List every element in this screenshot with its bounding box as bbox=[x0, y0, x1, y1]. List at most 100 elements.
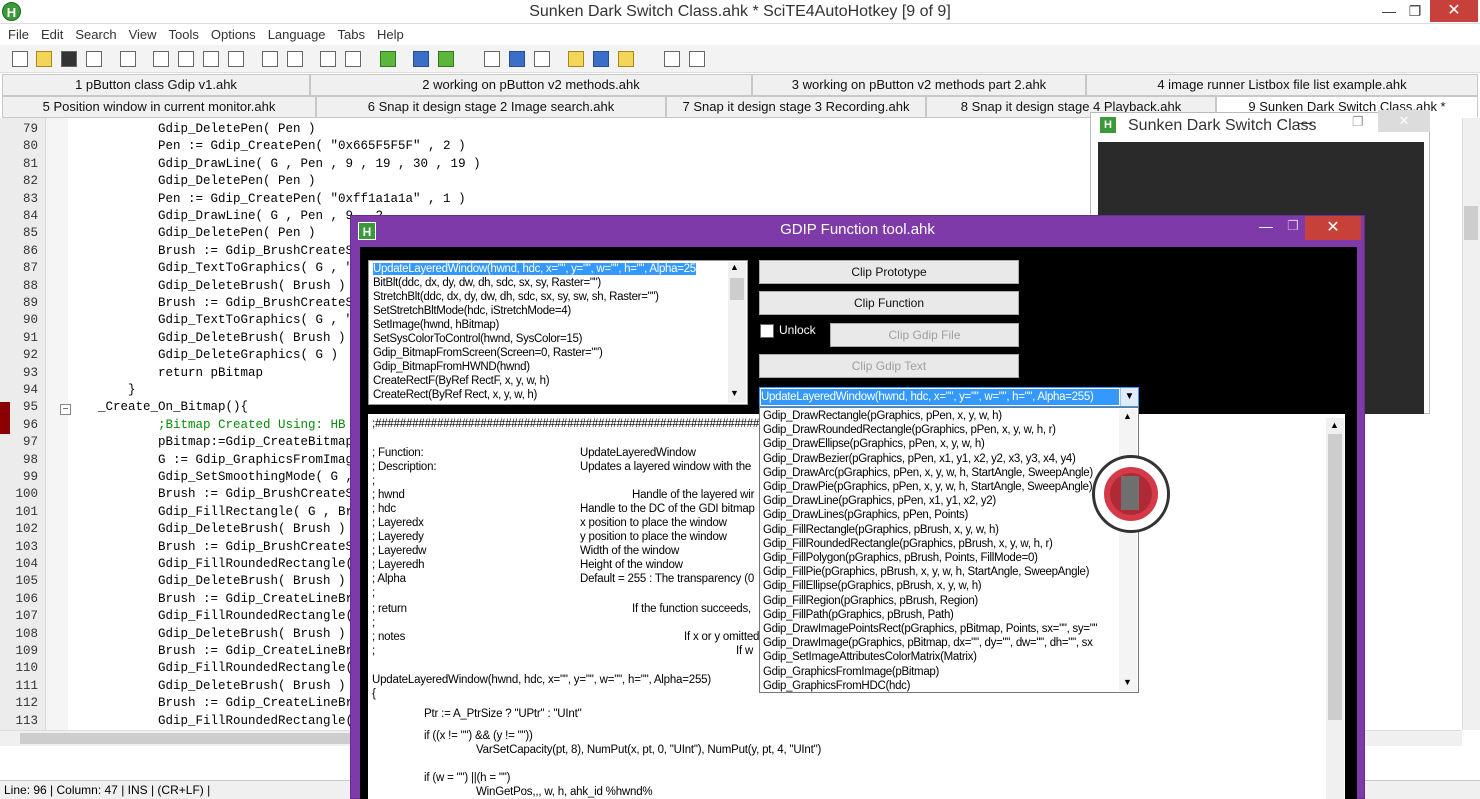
dropdown-item[interactable]: Gdip_DrawArc(pGraphics, pPen, x, y, w, h… bbox=[763, 467, 1093, 479]
settings-icon[interactable] bbox=[664, 51, 680, 67]
menu-tabs[interactable]: Tabs bbox=[336, 24, 373, 45]
dropdown-scroll-down-icon[interactable]: ▼ bbox=[1123, 677, 1132, 687]
code-line[interactable]: Brush := Gdip_BrushCreateSolic bbox=[68, 487, 383, 501]
clip-prototype-button[interactable]: Clip Prototype bbox=[759, 260, 1019, 284]
copy-icon[interactable] bbox=[178, 51, 194, 67]
code-line[interactable]: Gdip_DeleteBrush( Brush ) bbox=[68, 522, 346, 536]
code-line[interactable]: Brush := Gdip_CreateLineBrushF bbox=[68, 644, 383, 658]
open-folder-icon[interactable] bbox=[36, 51, 52, 67]
dropdown-scrollbar[interactable]: ▲ ▼ bbox=[1119, 409, 1137, 691]
sunken-maximize-button[interactable]: ❐ bbox=[1352, 114, 1374, 130]
run-icon[interactable] bbox=[413, 51, 429, 67]
code-line[interactable]: Pen := Gdip_CreatePen( "0xff1a1a1a" , 1 … bbox=[68, 192, 466, 206]
print-icon[interactable] bbox=[120, 51, 136, 67]
clip-gdip-file-button[interactable]: Clip Gdip File bbox=[830, 323, 1019, 347]
window-spy-icon[interactable] bbox=[484, 51, 500, 67]
dropdown-item[interactable]: Gdip_DrawLines(pGraphics, pPen, Points) bbox=[763, 509, 968, 521]
code-line[interactable]: Gdip_DrawLine( G , Pen , 9 , 2 bbox=[68, 209, 383, 223]
maximize-button[interactable]: ❐ bbox=[1402, 2, 1428, 20]
function-list-item[interactable]: CreateRectF(ByRef RectF, x, y, w, h) bbox=[373, 375, 550, 387]
code-line[interactable]: Gdip_DeletePen( Pen ) bbox=[68, 122, 316, 136]
dropdown-item[interactable]: Gdip_FillRectangle(pGraphics, pBrush, x,… bbox=[763, 524, 999, 536]
function-dropdown-list[interactable]: Gdip_DrawRectangle(pGraphics, pPen, x, y… bbox=[759, 407, 1139, 693]
close-button[interactable]: ✕ bbox=[1430, 0, 1478, 22]
function-list-item[interactable]: CreateRect(ByRef Rect, x, y, w, h) bbox=[373, 389, 537, 401]
function-list-item[interactable]: SetImage(hwnd, hBitmap) bbox=[373, 319, 499, 331]
menu-options[interactable]: Options bbox=[209, 24, 264, 45]
code-line[interactable]: Gdip_DeleteBrush( Brush ) bbox=[68, 574, 346, 588]
code-line[interactable]: pBitmap:=Gdip_CreateBitmap( 76 bbox=[68, 435, 383, 449]
menu-view[interactable]: View bbox=[127, 24, 165, 45]
code-line[interactable]: Gdip_DeleteBrush( Brush ) bbox=[68, 679, 346, 693]
editor-vertical-scroll-thumb[interactable] bbox=[1464, 206, 1478, 240]
doc-scroll-up-icon[interactable]: ▲ bbox=[1330, 420, 1339, 430]
script-tool-icon[interactable] bbox=[509, 51, 525, 67]
code-line[interactable]: _Create_On_Bitmap(){ bbox=[68, 400, 248, 414]
gdip-close-button[interactable]: ✕ bbox=[1305, 216, 1361, 240]
function-list-item-selected[interactable]: UpdateLayeredWindow(hwnd, hdc, x="", y="… bbox=[373, 263, 696, 275]
function-list-item[interactable]: Gdip_BitmapFromScreen(Screen=0, Raster="… bbox=[373, 347, 603, 359]
menu-language[interactable]: Language bbox=[266, 24, 334, 45]
code-line[interactable]: Gdip_FillRoundedRectangle( G , bbox=[68, 609, 383, 623]
code-line[interactable]: Brush := Gdip_BrushCreateSolic bbox=[68, 296, 383, 310]
code-line[interactable]: Gdip_DeleteBrush( Brush ) bbox=[68, 627, 346, 641]
combobox-selected-value[interactable]: UpdateLayeredWindow(hwnd, hdc, x="", y="… bbox=[761, 389, 1119, 405]
code-line[interactable]: Gdip_TextToGraphics( G , "OFF" bbox=[68, 261, 383, 275]
dropdown-item[interactable]: Gdip_GraphicsFromImage(pBitmap) bbox=[763, 666, 939, 678]
undo-icon[interactable] bbox=[262, 51, 278, 67]
dropdown-item[interactable]: Gdip_SetImageAttributesColorMatrix(Matri… bbox=[763, 651, 977, 663]
dropdown-item[interactable]: Gdip_DrawImage(pGraphics, pBitmap, dx=""… bbox=[763, 637, 1093, 649]
scroll-down-icon[interactable]: ▼ bbox=[730, 388, 739, 398]
dropdown-item[interactable]: Gdip_GraphicsFromHDC(hdc) bbox=[763, 680, 910, 692]
code-line[interactable]: Gdip_DeleteBrush( Brush ) bbox=[68, 331, 346, 345]
close-file-icon[interactable] bbox=[86, 51, 102, 67]
code-line[interactable]: return pBitmap bbox=[68, 366, 263, 380]
code-line[interactable]: Gdip_TextToGraphics( G , "OFF" bbox=[68, 313, 383, 327]
function-list-item[interactable]: SetStretchBltMode(hdc, iStretchMode=4) bbox=[373, 305, 571, 317]
code-line[interactable]: Gdip_DeleteGraphics( G ) bbox=[68, 348, 338, 362]
doc-scroll-thumb[interactable] bbox=[1328, 434, 1342, 720]
dropdown-item[interactable]: Gdip_DrawLine(pGraphics, pPen, x1, y1, x… bbox=[763, 495, 996, 507]
code-line[interactable]: } bbox=[68, 383, 136, 397]
notes-icon[interactable] bbox=[568, 51, 584, 67]
help-doc-icon[interactable] bbox=[593, 51, 609, 67]
code-line[interactable]: Gdip_DeleteBrush( Brush ) bbox=[68, 279, 346, 293]
find-icon[interactable] bbox=[320, 51, 336, 67]
debug-icon[interactable] bbox=[438, 51, 454, 67]
library-icon[interactable] bbox=[618, 51, 634, 67]
code-line[interactable]: Brush := Gdip_CreateLineBrushF bbox=[68, 592, 383, 606]
minimize-button[interactable]: — bbox=[1376, 2, 1402, 20]
dropdown-item[interactable]: Gdip_DrawPie(pGraphics, pPen, x, y, w, h… bbox=[763, 481, 1093, 493]
dropdown-scroll-up-icon[interactable]: ▲ bbox=[1123, 411, 1132, 421]
cut-icon[interactable] bbox=[153, 51, 169, 67]
scroll-up-icon[interactable]: ▲ bbox=[730, 262, 739, 272]
code-line[interactable]: Brush := Gdip_BrushCreateSolic bbox=[68, 540, 383, 554]
chevron-down-icon[interactable]: ▼ bbox=[1120, 388, 1138, 406]
dropdown-item[interactable]: Gdip_FillRoundedRectangle(pGraphics, pBr… bbox=[763, 538, 1053, 550]
function-listbox[interactable]: UpdateLayeredWindow(hwnd, hdc, x="", y="… bbox=[368, 260, 748, 405]
code-line[interactable]: Gdip_FillRoundedRectangle( G , bbox=[68, 557, 383, 571]
sunken-close-button[interactable]: ✕ bbox=[1378, 110, 1430, 132]
menu-edit[interactable]: Edit bbox=[39, 24, 71, 45]
function-list-scroll-thumb[interactable] bbox=[730, 278, 744, 300]
dropdown-item[interactable]: Gdip_FillPie(pGraphics, pBrush, x, y, w,… bbox=[763, 566, 1089, 578]
gdip-minimize-button[interactable]: — bbox=[1255, 218, 1277, 236]
menu-tools[interactable]: Tools bbox=[167, 24, 207, 45]
new-file-icon[interactable] bbox=[12, 51, 28, 67]
clip-function-button[interactable]: Clip Function bbox=[759, 291, 1019, 315]
code-line[interactable]: Pen := Gdip_CreatePen( "0x665F5F5F" , 2 … bbox=[68, 139, 466, 153]
sunken-minimize-button[interactable]: — bbox=[1298, 114, 1320, 130]
compile-icon[interactable] bbox=[380, 51, 396, 67]
code-line[interactable]: Gdip_DeletePen( Pen ) bbox=[68, 226, 316, 240]
dropdown-item[interactable]: Gdip_FillRegion(pGraphics, pBrush, Regio… bbox=[763, 595, 978, 607]
paste-icon[interactable] bbox=[203, 51, 219, 67]
code-line[interactable]: Gdip_FillRectangle( G , Brush bbox=[68, 505, 376, 519]
function-list-item[interactable]: BitBlt(ddc, dx, dy, dw, dh, sdc, sx, sy,… bbox=[373, 277, 601, 289]
function-list-item[interactable]: SetSysColorToControl(hwnd, SysColor=15) bbox=[373, 333, 582, 345]
properties-icon[interactable] bbox=[689, 51, 705, 67]
tab-7[interactable]: 7 Snap it design stage 3 Recording.ahk bbox=[666, 96, 926, 118]
tab-3[interactable]: 3 working on pButton v2 methods part 2.a… bbox=[752, 74, 1086, 96]
dropdown-item[interactable]: Gdip_FillPath(pGraphics, pBrush, Path) bbox=[763, 609, 954, 621]
dropdown-item[interactable]: Gdip_FillPolygon(pGraphics, pBrush, Poin… bbox=[763, 552, 1038, 564]
function-list-scrollbar[interactable]: ▲ ▼ bbox=[728, 262, 746, 403]
